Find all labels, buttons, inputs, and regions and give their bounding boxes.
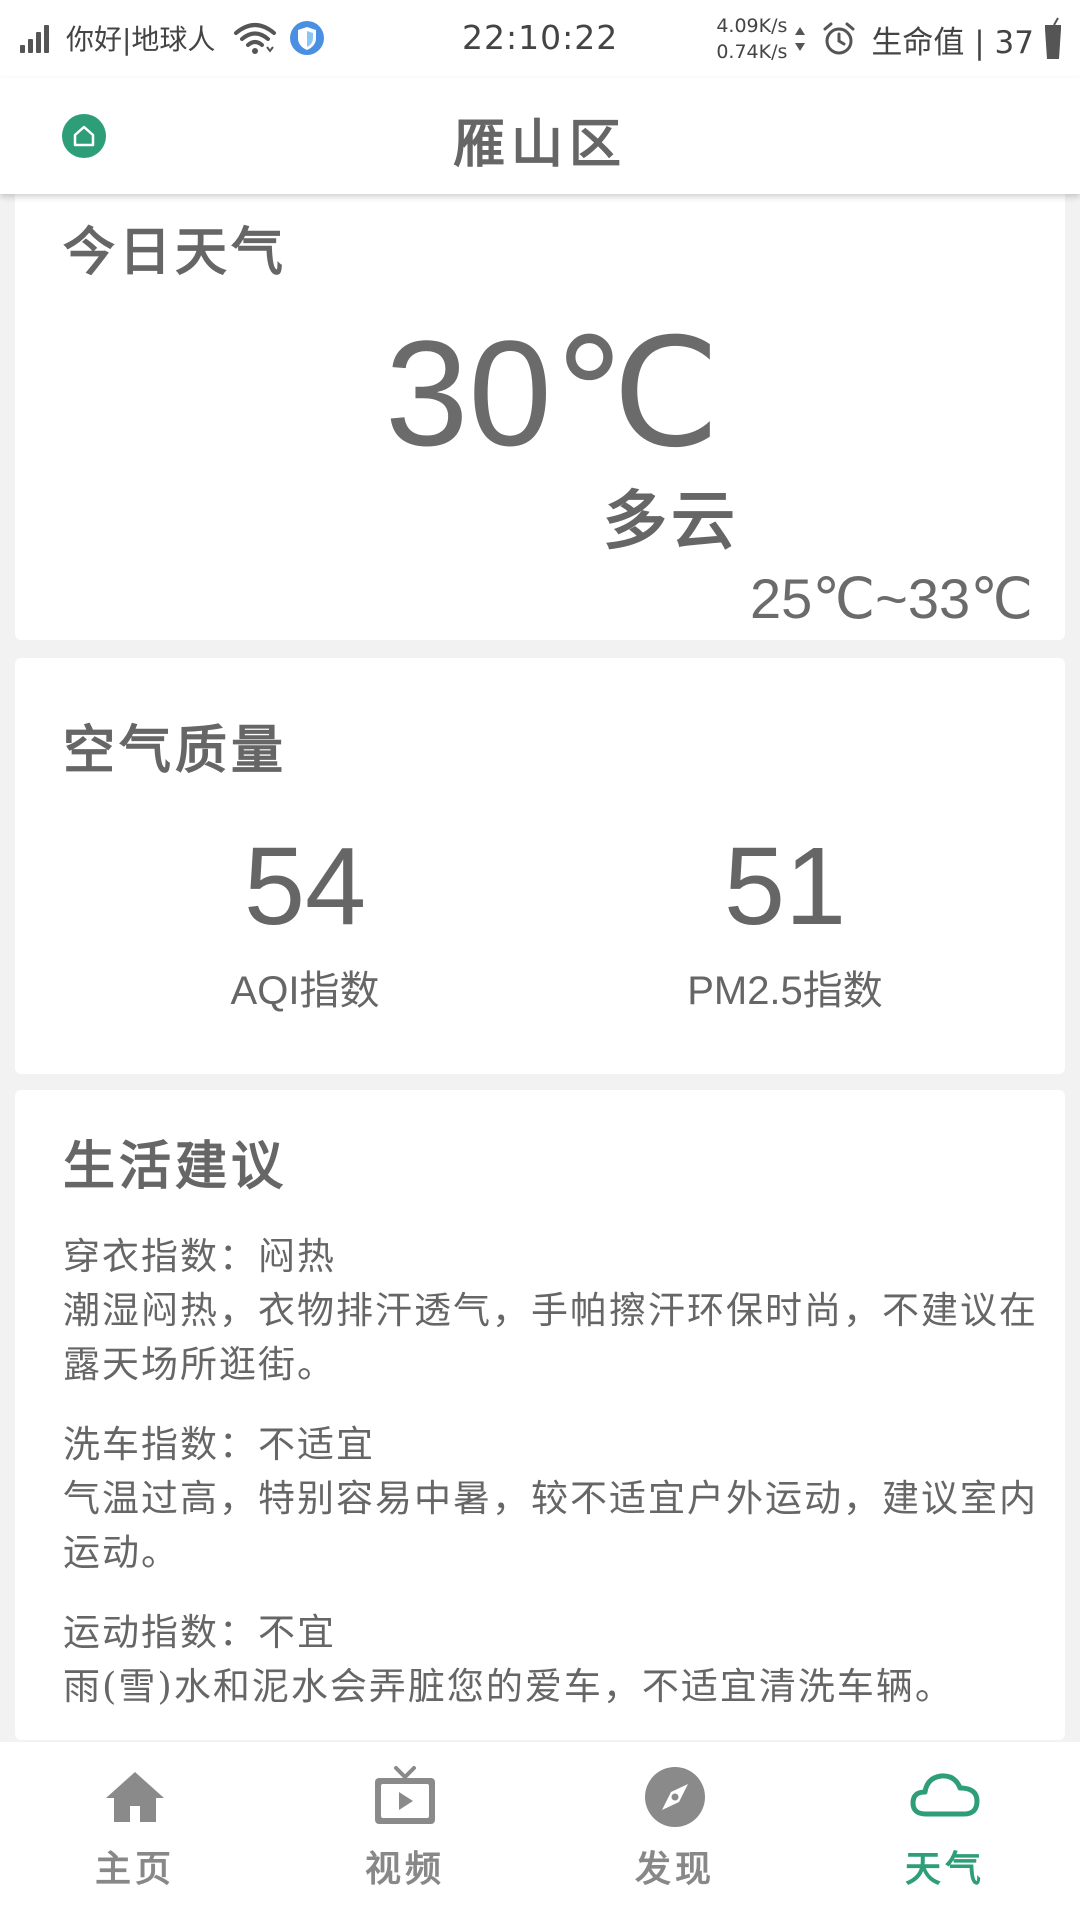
advice-item: 运动指数：不宜 雨(雪)水和泥水会弄脏您的爱车，不适宜清洗车辆。 xyxy=(63,1606,1043,1714)
compass-icon xyxy=(645,1767,705,1827)
pm25-value: 51 xyxy=(723,825,847,948)
page-title: 雁山区 xyxy=(452,114,627,175)
home-icon xyxy=(106,1772,164,1822)
advice-heading: 洗车指数：不适宜 xyxy=(63,1423,375,1466)
weather-condition: 多云 xyxy=(603,484,739,559)
wifi-icon xyxy=(234,23,277,54)
life-advice-title: 生活建议 xyxy=(63,1136,288,1197)
network-speed: 4.09K/s 0.74K/s xyxy=(716,13,787,65)
alarm-icon xyxy=(823,22,855,55)
tv-icon xyxy=(375,1766,435,1824)
advice-heading: 运动指数：不宜 xyxy=(63,1611,336,1654)
nav-discover[interactable]: 发现 xyxy=(605,1764,745,1892)
status-right: 4.09K/s 0.74K/s 生命值 | 37 xyxy=(716,8,1064,70)
aqi-label: AQI指数 xyxy=(230,969,380,1013)
advice-item: 洗车指数：不适宜 气温过高，特别容易中暑，较不适宜户外运动，建议室内运动。 xyxy=(63,1418,1043,1580)
bottom-navigation: 主页 视频 发现 天气 xyxy=(0,1742,1080,1920)
nav-home-label: 主页 xyxy=(94,1848,175,1890)
today-weather-card: 今日天气 30℃ 多云 25℃~33℃ xyxy=(15,194,1065,640)
nav-home[interactable]: 主页 xyxy=(65,1764,205,1892)
nav-weather-label: 天气 xyxy=(904,1848,985,1890)
life-value: 生命值 | 37 xyxy=(871,24,1034,61)
battery-cup-icon xyxy=(1045,17,1061,59)
status-left: 你好|地球人 xyxy=(20,16,325,60)
aqi-block: 54 AQI指数 xyxy=(125,832,485,1016)
nav-weather[interactable]: 天气 xyxy=(875,1764,1015,1892)
nav-video-label: 视频 xyxy=(364,1848,445,1890)
air-quality-title: 空气质量 xyxy=(63,720,288,781)
pm25-label: PM2.5指数 xyxy=(687,969,883,1013)
advice-item: 穿衣指数：闷热 潮湿闷热，衣物排汗透气，手帕擦汗环保时尚，不建议在露天场所逛街。 xyxy=(63,1230,1043,1392)
temperature-range: 25℃~33℃ xyxy=(749,567,1033,630)
aqi-value: 54 xyxy=(243,825,367,948)
signal-icon xyxy=(20,23,54,53)
nav-discover-label: 发现 xyxy=(634,1848,715,1890)
cloud-icon xyxy=(910,1773,980,1817)
speed-down: 0.74K/s xyxy=(716,41,788,63)
speed-up: 4.09K/s xyxy=(716,15,788,37)
advice-text: 潮湿闷热，衣物排汗透气，手帕擦汗环保时尚，不建议在露天场所逛街。 xyxy=(63,1289,1038,1386)
status-bar: 你好|地球人 22:10:22 4.09K/s 0.74K/s 生命值 | 37 xyxy=(0,0,1080,78)
advice-text: 气温过高，特别容易中暑，较不适宜户外运动，建议室内运动。 xyxy=(63,1477,1038,1574)
shield-icon xyxy=(290,21,325,55)
life-advice-card: 生活建议 穿衣指数：闷热 潮湿闷热，衣物排汗透气，手帕擦汗环保时尚，不建议在露天… xyxy=(15,1090,1065,1740)
nav-video[interactable]: 视频 xyxy=(335,1764,475,1892)
status-time: 22:10:22 xyxy=(462,18,619,57)
title-bar: 雁山区 xyxy=(0,78,1080,194)
advice-heading: 穿衣指数：闷热 xyxy=(63,1235,336,1278)
air-quality-card: 空气质量 54 AQI指数 51 PM2.5指数 xyxy=(15,658,1065,1074)
current-temperature: 30℃ xyxy=(385,309,721,477)
carrier-name: 你好|地球人 xyxy=(66,23,216,56)
data-transfer-icon xyxy=(795,27,806,51)
weather-title: 今日天气 xyxy=(63,222,288,283)
advice-list: 穿衣指数：闷热 潮湿闷热，衣物排汗透气，手帕擦汗环保时尚，不建议在露天场所逛街。… xyxy=(63,1230,1043,1740)
advice-text: 雨(雪)水和泥水会弄脏您的爱车，不适宜清洗车辆。 xyxy=(63,1665,954,1708)
pm25-block: 51 PM2.5指数 xyxy=(605,832,965,1016)
